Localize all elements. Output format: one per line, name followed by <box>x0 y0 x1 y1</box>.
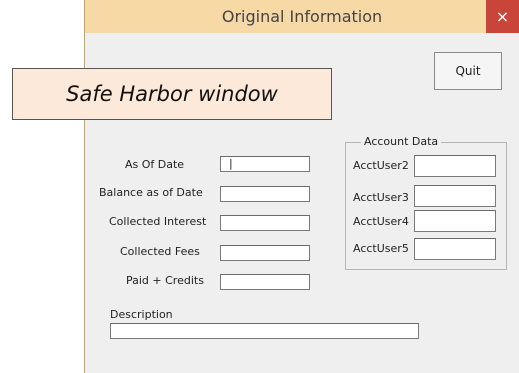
description-field[interactable] <box>110 323 419 339</box>
acct-user4-label: AcctUser4 <box>353 215 409 228</box>
acct-user2-label: AcctUser2 <box>353 159 409 172</box>
paid-credits-label: Paid + Credits <box>126 274 204 287</box>
description-label: Description <box>110 308 173 321</box>
acct-user2-field[interactable] <box>414 155 496 177</box>
title-bar: Original Information × <box>85 0 519 33</box>
safe-harbor-callout: Safe Harbor window <box>12 68 332 120</box>
as-of-date-field[interactable]: | <box>220 156 310 172</box>
collected-fees-field[interactable] <box>220 245 310 261</box>
acct-user3-label: AcctUser3 <box>353 191 409 204</box>
account-data-title: Account Data <box>361 135 442 148</box>
as-of-date-label: As Of Date <box>125 158 185 171</box>
collected-interest-label: Collected Interest <box>109 215 207 228</box>
collected-fees-label: Collected Fees <box>120 245 200 258</box>
collected-interest-field[interactable] <box>220 215 310 231</box>
acct-user4-field[interactable] <box>414 210 496 232</box>
acct-user5-label: AcctUser5 <box>353 242 409 255</box>
window-title: Original Information <box>221 7 383 26</box>
quit-button[interactable]: Quit <box>434 52 502 90</box>
balance-as-of-date-field[interactable] <box>220 186 310 202</box>
paid-credits-field[interactable] <box>220 274 310 290</box>
acct-user5-field[interactable] <box>414 238 496 260</box>
balance-as-of-date-label: Balance as of Date <box>99 186 203 199</box>
original-information-window: Original Information × Quit As Of Date |… <box>84 0 519 373</box>
close-icon[interactable]: × <box>486 0 519 33</box>
acct-user3-field[interactable] <box>414 185 496 207</box>
